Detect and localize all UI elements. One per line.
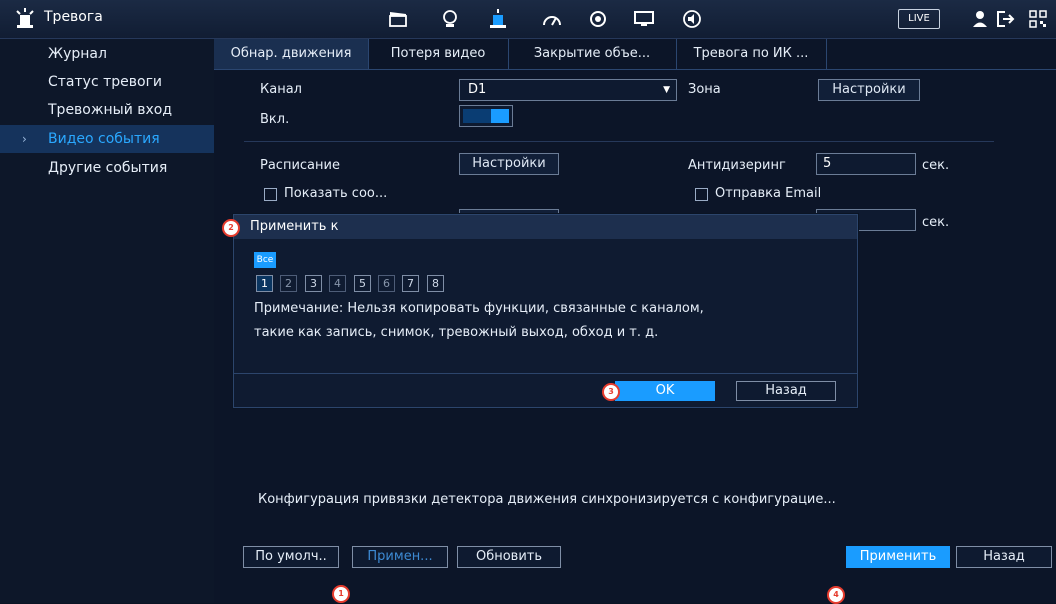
page-title: Тревога — [44, 9, 103, 25]
dialog-title: Применить к — [234, 215, 857, 239]
enable-label: Вкл. — [260, 112, 290, 127]
chevron-down-icon: ▼ — [663, 85, 670, 95]
dialog-note-line1: Примечание: Нельзя копировать функции, с… — [254, 301, 704, 316]
sidebar-item-other-events[interactable]: Другие события — [0, 154, 214, 182]
apply-to-dialog: Применить к Все 1 2 3 4 5 6 7 8 Примечан… — [233, 214, 858, 408]
sidebar-item-alarm-input[interactable]: Тревожный вход — [0, 96, 214, 124]
channel-label: Канал — [260, 82, 302, 97]
channel-chip-1[interactable]: 1 — [256, 275, 273, 292]
antidither-label: Антидизеринг — [688, 158, 786, 173]
channel-chip-4[interactable]: 4 — [329, 275, 346, 292]
sidebar-item-label: Другие события — [48, 160, 168, 176]
step-badge-1: 1 — [332, 585, 350, 603]
circle-arrows-icon[interactable] — [586, 8, 610, 30]
send-email-label: Отправка Email — [715, 186, 822, 201]
monitor-icon[interactable] — [632, 8, 656, 30]
tab-video-loss[interactable]: Потеря видео — [368, 39, 509, 69]
schedule-label: Расписание — [260, 158, 340, 173]
tab-ir-alarm[interactable]: Тревога по ИК ... — [676, 39, 827, 69]
enable-toggle[interactable] — [459, 105, 513, 127]
schedule-settings-button[interactable]: Настройки — [459, 153, 559, 175]
divider — [234, 373, 857, 374]
channel-select[interactable]: D1 ▼ — [459, 79, 677, 101]
sidebar: Журнал Статус тревоги Тревожный вход › Ви… — [0, 39, 214, 603]
step-badge-3: 3 — [602, 383, 620, 401]
divider — [244, 141, 994, 142]
sidebar-item-label: Статус тревоги — [48, 74, 163, 90]
select-all-chip[interactable]: Все — [254, 252, 276, 268]
sidebar-item-journal[interactable]: Журнал — [0, 40, 214, 68]
alarm-light-icon — [16, 8, 34, 28]
step-badge-4: 4 — [827, 586, 845, 604]
zone-settings-button[interactable]: Настройки — [818, 79, 920, 101]
channel-chip-8[interactable]: 8 — [427, 275, 444, 292]
chevron-right-icon: › — [22, 132, 27, 146]
second-unit: сек. — [922, 215, 950, 230]
top-bar: Тревога LIVE — [0, 0, 1056, 39]
channel-chip-7[interactable]: 7 — [402, 275, 419, 292]
apply-to-button[interactable]: Примен... — [352, 546, 448, 568]
back-button[interactable]: Назад — [956, 546, 1052, 568]
sync-note: Конфигурация привязки детектора движения… — [258, 492, 836, 507]
speaker-icon[interactable] — [680, 8, 704, 30]
toggle-knob — [491, 109, 509, 123]
live-button[interactable]: LIVE — [898, 9, 940, 29]
qr-code-icon[interactable] — [1026, 8, 1050, 30]
tab-motion-detection[interactable]: Обнар. движения — [214, 39, 369, 69]
send-email-checkbox[interactable] — [695, 188, 708, 201]
tab-tampering[interactable]: Закрытие объе... — [508, 39, 677, 69]
channel-chip-3[interactable]: 3 — [305, 275, 322, 292]
channel-chip-5[interactable]: 5 — [354, 275, 371, 292]
antidither-unit: сек. — [922, 158, 950, 173]
antidither-input[interactable]: 5 — [816, 153, 916, 175]
sidebar-item-label: Тревожный вход — [48, 102, 173, 118]
dialog-back-button[interactable]: Назад — [736, 381, 836, 401]
default-button[interactable]: По умолч.. — [243, 546, 339, 568]
user-icon[interactable] — [968, 8, 992, 30]
apply-button[interactable]: Применить — [846, 546, 950, 568]
step-badge-2: 2 — [222, 219, 240, 237]
tab-bar: Обнар. движения Потеря видео Закрытие об… — [214, 39, 1056, 70]
sidebar-item-video-events[interactable]: › Видео события — [0, 125, 214, 153]
channel-chip-6[interactable]: 6 — [378, 275, 395, 292]
speed-gauge-icon[interactable] — [540, 8, 564, 30]
sidebar-item-alarm-status[interactable]: Статус тревоги — [0, 68, 214, 96]
show-message-label: Показать соо... — [284, 186, 388, 201]
toggle-track — [463, 109, 493, 123]
show-message-checkbox[interactable] — [264, 188, 277, 201]
sidebar-item-label: Видео события — [48, 131, 160, 147]
zone-label: Зона — [688, 82, 721, 97]
face-icon[interactable] — [438, 8, 462, 30]
dialog-note-line2: такие как запись, снимок, тревожный выхо… — [254, 325, 659, 340]
sidebar-item-label: Журнал — [48, 46, 107, 62]
channel-chip-2[interactable]: 2 — [280, 275, 297, 292]
refresh-button[interactable]: Обновить — [457, 546, 561, 568]
ok-button[interactable]: OK — [615, 381, 715, 401]
alarm-light-icon[interactable] — [486, 8, 510, 30]
channel-value: D1 — [468, 82, 487, 97]
logout-icon[interactable] — [995, 8, 1019, 30]
video-clip-icon[interactable] — [386, 8, 410, 30]
